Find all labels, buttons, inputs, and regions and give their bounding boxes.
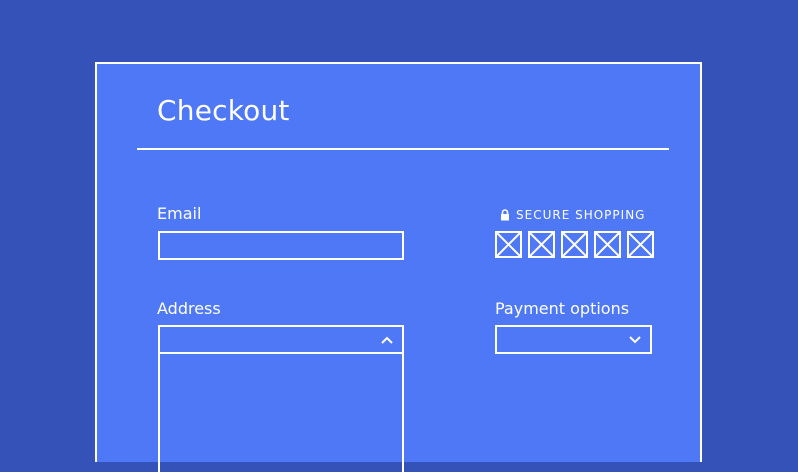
badge-placeholder-icon — [495, 231, 522, 258]
address-options-list[interactable] — [158, 352, 404, 472]
title-divider — [137, 148, 669, 150]
page-title: Checkout — [157, 94, 290, 127]
badge-placeholder-icon — [594, 231, 621, 258]
checkout-panel: Checkout Email Address SECURE SHOPPING P… — [95, 62, 702, 472]
payment-options-label: Payment options — [495, 299, 630, 318]
chevron-down-icon — [629, 336, 641, 344]
security-badges — [495, 231, 654, 258]
badge-placeholder-icon — [561, 231, 588, 258]
email-field[interactable] — [158, 231, 404, 260]
secure-shopping-badge: SECURE SHOPPING — [500, 207, 645, 223]
badge-placeholder-icon — [627, 231, 654, 258]
secure-shopping-text: SECURE SHOPPING — [516, 208, 646, 222]
address-label: Address — [157, 299, 221, 318]
payment-options-dropdown[interactable] — [495, 325, 652, 354]
lock-icon — [501, 209, 509, 221]
email-label: Email — [157, 204, 202, 223]
address-dropdown[interactable] — [158, 325, 404, 354]
badge-placeholder-icon — [528, 231, 555, 258]
chevron-up-icon — [381, 336, 393, 344]
